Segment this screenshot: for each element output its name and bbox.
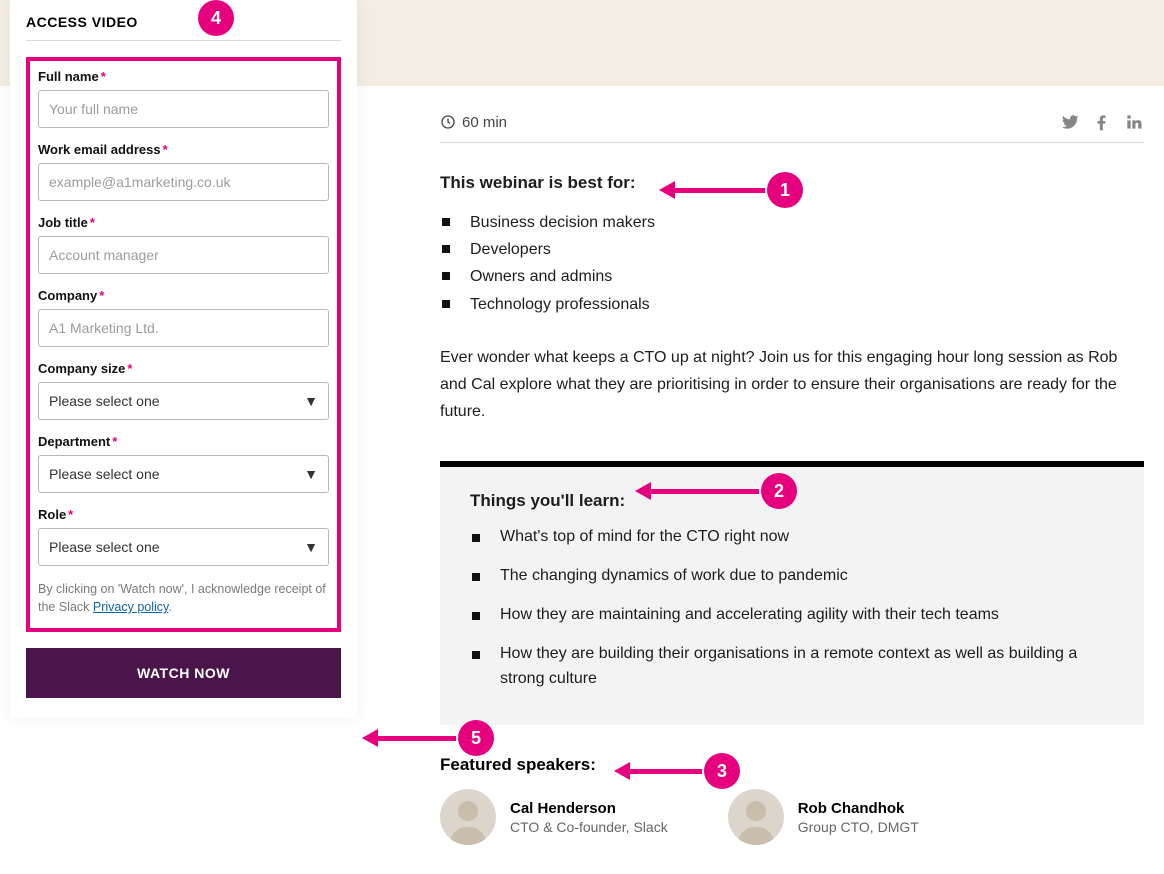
select-role-value: Please select one xyxy=(49,539,160,555)
input-company[interactable] xyxy=(38,309,329,347)
input-full-name[interactable] xyxy=(38,90,329,128)
field-company-size: Company size* Please select one ▼ xyxy=(38,361,329,420)
field-job-title: Job title* xyxy=(38,215,329,274)
form-title: ACCESS VIDEO xyxy=(26,14,341,41)
speaker-card: Rob Chandhok Group CTO, DMGT xyxy=(728,789,919,845)
label-role: Role* xyxy=(38,507,329,522)
linkedin-icon[interactable] xyxy=(1124,112,1144,132)
field-department: Department* Please select one ▼ xyxy=(38,434,329,493)
list-item: The changing dynamics of work due to pan… xyxy=(500,564,1114,589)
label-company: Company* xyxy=(38,288,329,303)
speaker-title: CTO & Co-founder, Slack xyxy=(510,819,668,835)
avatar xyxy=(440,789,496,845)
select-company-size-value: Please select one xyxy=(49,393,160,409)
select-role[interactable]: Please select one ▼ xyxy=(38,528,329,566)
chevron-down-icon: ▼ xyxy=(304,539,318,555)
intro-paragraph: Ever wonder what keeps a CTO up at night… xyxy=(440,344,1144,426)
speaker-name: Cal Henderson xyxy=(510,800,668,817)
select-department[interactable]: Please select one ▼ xyxy=(38,455,329,493)
label-department: Department* xyxy=(38,434,329,449)
speaker-title: Group CTO, DMGT xyxy=(798,819,919,835)
best-for-list: Business decision makers Developers Owne… xyxy=(440,209,1144,318)
list-item: How they are building their organisation… xyxy=(500,642,1114,692)
learn-heading: Things you'll learn: xyxy=(470,491,1114,511)
learn-list: What's top of mind for the CTO right now… xyxy=(470,525,1114,691)
label-job-title: Job title* xyxy=(38,215,329,230)
field-company: Company* xyxy=(38,288,329,347)
things-youll-learn-box: Things you'll learn: What's top of mind … xyxy=(440,461,1144,725)
list-item: Technology professionals xyxy=(470,291,1144,318)
twitter-icon[interactable] xyxy=(1060,112,1080,132)
duration: 60 min xyxy=(440,114,507,131)
speakers-heading: Featured speakers: xyxy=(440,755,1144,775)
best-for-heading: This webinar is best for: xyxy=(440,173,1144,193)
facebook-icon[interactable] xyxy=(1092,112,1112,132)
field-email: Work email address* xyxy=(38,142,329,201)
social-share xyxy=(1060,112,1144,132)
select-department-value: Please select one xyxy=(49,466,160,482)
access-video-form: ACCESS VIDEO Full name* Work email addre… xyxy=(10,0,357,718)
watch-now-button[interactable]: WATCH NOW xyxy=(26,648,341,698)
list-item: Owners and admins xyxy=(470,263,1144,290)
list-item: Developers xyxy=(470,236,1144,263)
field-role: Role* Please select one ▼ xyxy=(38,507,329,566)
list-item: Business decision makers xyxy=(470,209,1144,236)
privacy-disclaimer: By clicking on 'Watch now', I acknowledg… xyxy=(38,580,329,616)
privacy-policy-link[interactable]: Privacy policy xyxy=(93,600,168,614)
speaker-name: Rob Chandhok xyxy=(798,800,919,817)
select-company-size[interactable]: Please select one ▼ xyxy=(38,382,329,420)
chevron-down-icon: ▼ xyxy=(304,466,318,482)
main-content: 60 min This webinar is best for: Busines… xyxy=(440,112,1144,845)
input-job-title[interactable] xyxy=(38,236,329,274)
list-item: How they are maintaining and acceleratin… xyxy=(500,603,1114,628)
label-full-name: Full name* xyxy=(38,69,329,84)
meta-row: 60 min xyxy=(440,112,1144,143)
avatar xyxy=(728,789,784,845)
field-full-name: Full name* xyxy=(38,69,329,128)
duration-text: 60 min xyxy=(462,114,507,131)
label-company-size: Company size* xyxy=(38,361,329,376)
label-email: Work email address* xyxy=(38,142,329,157)
input-email[interactable] xyxy=(38,163,329,201)
list-item: What's top of mind for the CTO right now xyxy=(500,525,1114,550)
clock-icon xyxy=(440,114,456,130)
speakers-row: Cal Henderson CTO & Co-founder, Slack Ro… xyxy=(440,789,1144,845)
form-fields-highlight: Full name* Work email address* Job title… xyxy=(26,57,341,632)
chevron-down-icon: ▼ xyxy=(304,393,318,409)
speaker-card: Cal Henderson CTO & Co-founder, Slack xyxy=(440,789,668,845)
